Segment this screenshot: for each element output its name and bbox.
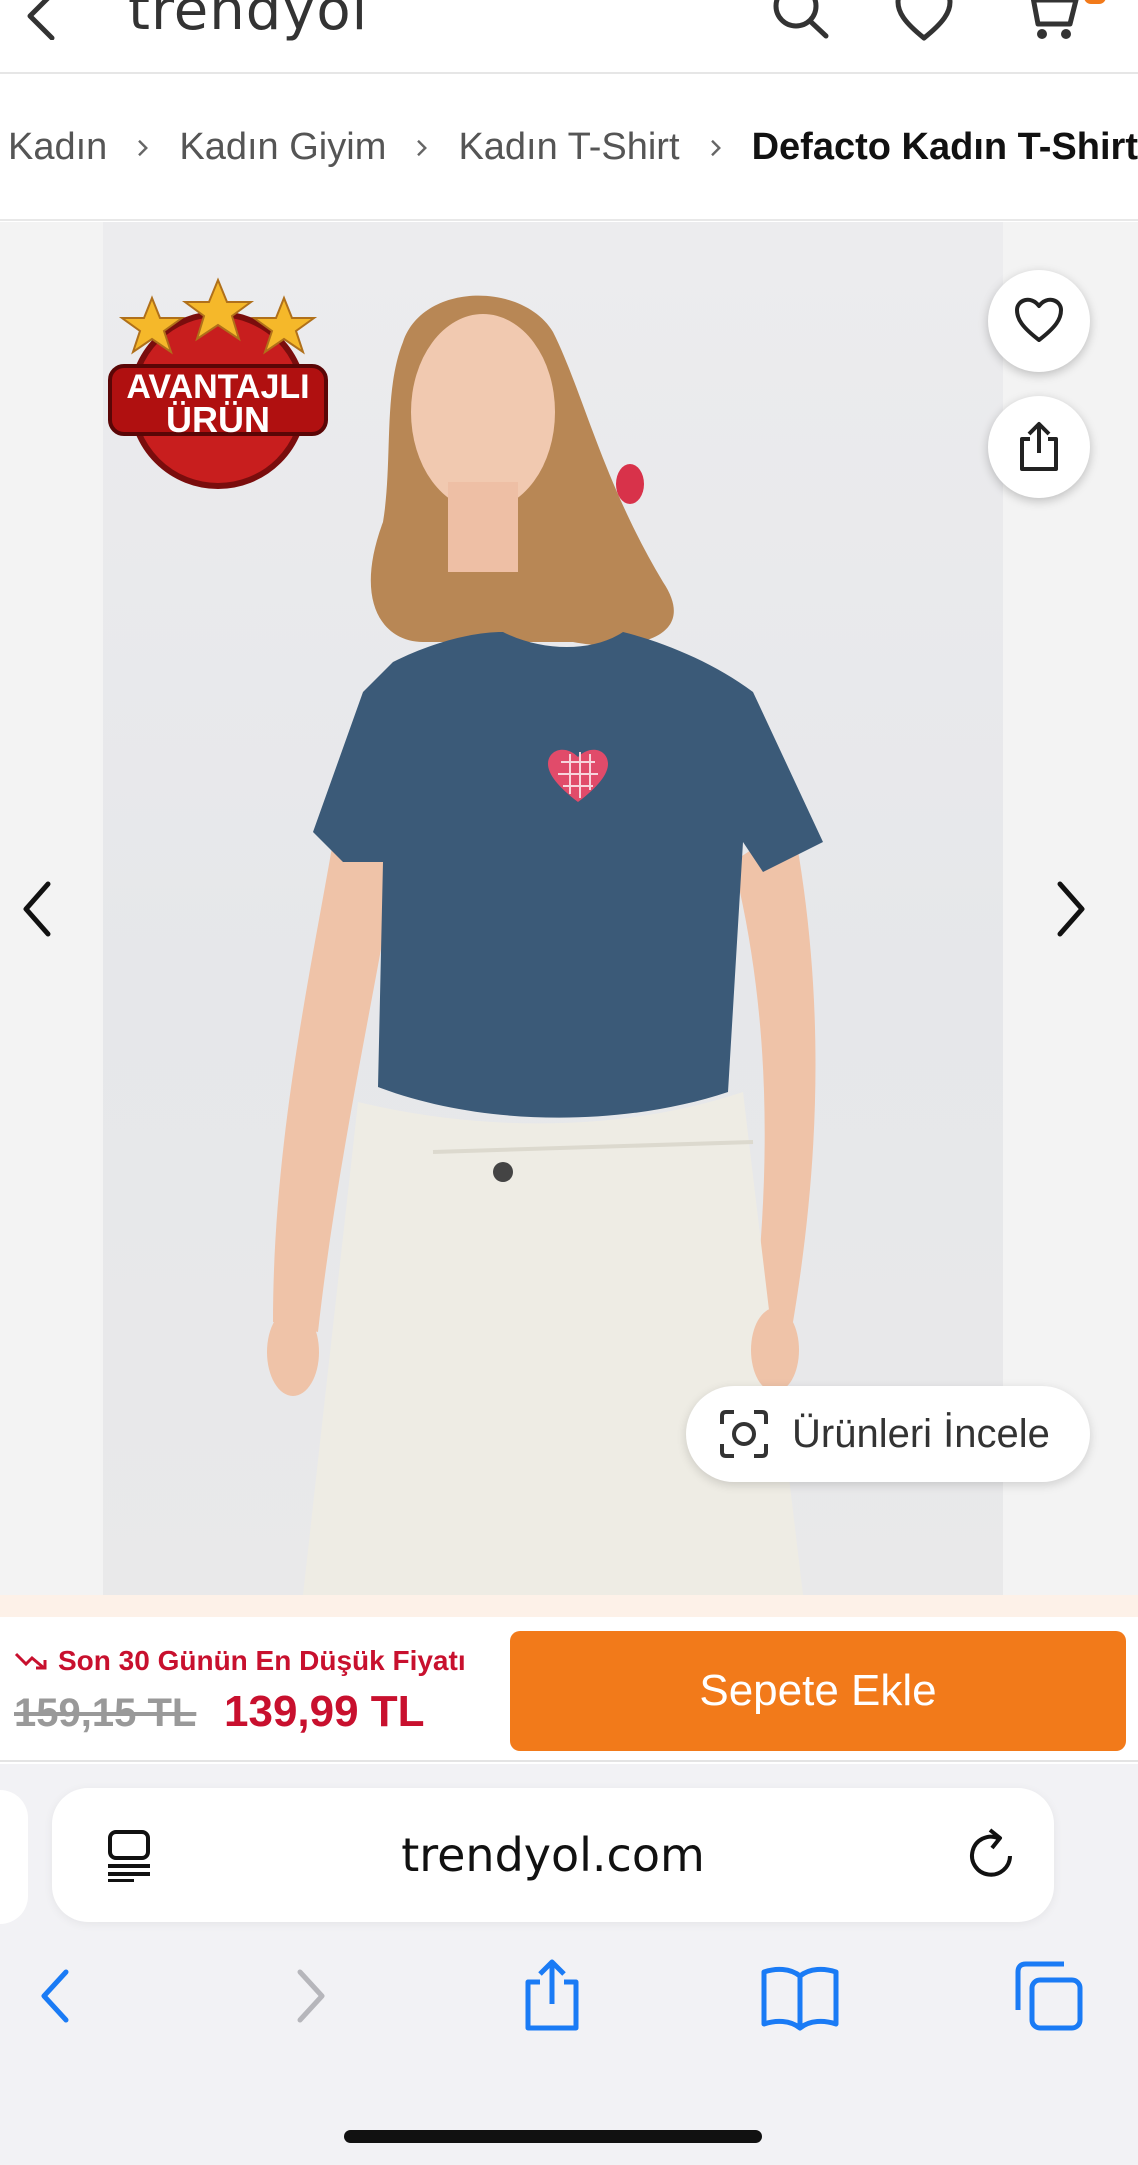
scan-icon <box>720 1410 768 1458</box>
back-icon[interactable] <box>18 0 68 40</box>
address-bar[interactable]: trendyol.com <box>52 1788 1054 1922</box>
badge-line2: ÜRÜN <box>166 399 270 440</box>
breadcrumb: Kadın Kadın Giyim Kadın T-Shirt Defacto … <box>0 76 1138 221</box>
share-icon <box>1020 422 1058 471</box>
bookmarks-icon[interactable] <box>760 1958 840 2034</box>
chevron-left-icon[interactable] <box>14 874 64 944</box>
browser-toolbar: trendyol.com <box>0 1764 1138 2165</box>
product-gallery[interactable]: AVANTAJLI ÜRÜN Ürünleri İncele <box>0 222 1138 1770</box>
cart-badge <box>1084 0 1106 4</box>
favorite-button[interactable] <box>988 270 1090 372</box>
breadcrumb-item-kadin-giyim[interactable]: Kadın Giyim <box>179 126 386 169</box>
chevron-right-icon <box>710 139 721 156</box>
home-indicator <box>344 2130 762 2143</box>
cart-icon[interactable] <box>1020 0 1080 46</box>
lowest-price-note: Son 30 Günün En Düşük Fiyatı <box>14 1645 466 1677</box>
current-price: 139,99 TL <box>224 1687 425 1736</box>
chevron-right-icon[interactable] <box>1044 874 1094 944</box>
chevron-right-icon <box>138 139 149 156</box>
previous-tab-peek[interactable] <box>0 1790 28 1924</box>
advantage-badge: AVANTAJLI ÜRÜN <box>108 277 328 489</box>
url-text[interactable]: trendyol.com <box>52 1828 1054 1882</box>
price-bar: Son 30 Günün En Düşük Fiyatı 159,15 TL 1… <box>0 1617 1138 1762</box>
review-products-button[interactable]: Ürünleri İncele <box>686 1386 1090 1482</box>
trendyol-logo[interactable]: trendyol <box>128 0 368 43</box>
back-icon[interactable] <box>16 1958 96 2034</box>
reload-icon[interactable] <box>962 1826 1020 1884</box>
divider-strip <box>0 1595 1138 1617</box>
app-header: trendyol <box>0 0 1138 74</box>
breadcrumb-item-current[interactable]: Defacto Kadın T-Shirt <box>752 126 1138 169</box>
heart-icon[interactable] <box>894 0 954 46</box>
breadcrumb-item-kadin-tshirt[interactable]: Kadın T-Shirt <box>458 126 679 169</box>
trend-down-icon <box>14 1652 47 1670</box>
lowest-price-label: Son 30 Günün En Düşük Fiyatı <box>58 1645 466 1676</box>
chevron-right-icon <box>417 139 428 156</box>
old-price: 159,15 TL <box>14 1691 197 1735</box>
heart-icon <box>1015 297 1063 342</box>
forward-icon[interactable] <box>270 1958 350 2034</box>
review-products-label: Ürünleri İncele <box>792 1411 1050 1456</box>
share-button[interactable] <box>988 396 1090 498</box>
breadcrumb-item-kadin[interactable]: Kadın <box>8 126 107 169</box>
share-icon[interactable] <box>512 1958 592 2034</box>
add-to-cart-button[interactable]: Sepete Ekle <box>510 1631 1126 1751</box>
search-icon[interactable] <box>770 0 830 46</box>
tabs-icon[interactable] <box>1008 1958 1088 2034</box>
